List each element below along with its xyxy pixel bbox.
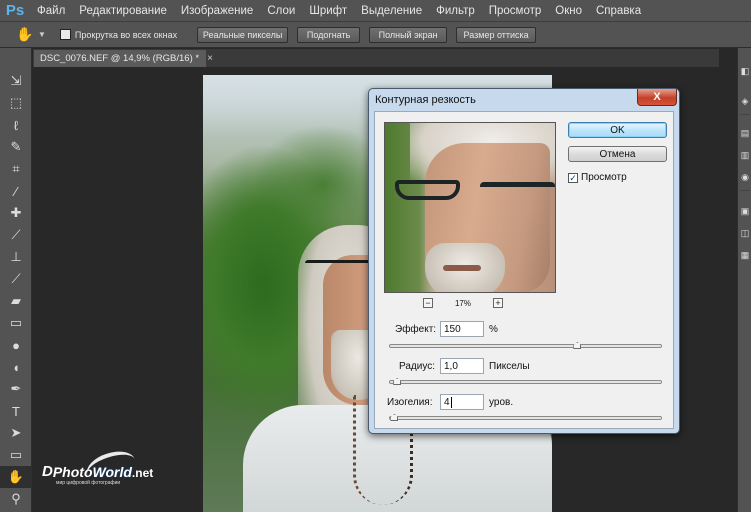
menu-edit[interactable]: Редактирование — [72, 5, 174, 17]
photoshop-logo: Ps — [5, 2, 25, 19]
menu-select[interactable]: Выделение — [354, 5, 429, 17]
menu-image[interactable]: Изображение — [174, 5, 260, 17]
preview-glasses — [395, 180, 555, 202]
quick-select-icon[interactable]: ✎ — [0, 136, 32, 158]
stamp-icon[interactable]: ⊥ — [0, 246, 32, 268]
threshold-unit: уров. — [489, 397, 514, 408]
lasso-icon[interactable]: ℓ — [0, 114, 32, 136]
panel-icon[interactable]: ▦ — [740, 250, 750, 260]
radius-input[interactable]: 1,0 — [440, 358, 484, 374]
panel-icon[interactable]: ▤ — [740, 128, 750, 138]
fit-screen-button[interactable]: Подогнать — [297, 26, 361, 43]
brush-icon[interactable]: ⟋ — [0, 224, 32, 246]
ok-button[interactable]: OK — [568, 122, 667, 138]
document-title: DSC_0076.NEF @ 14,9% (RGB/16) * — [40, 53, 200, 64]
watermark-subtitle: мир цифровой фотографии — [56, 480, 121, 486]
close-icon[interactable]: × — [207, 53, 213, 64]
chevron-down-icon[interactable]: ▼ — [38, 30, 46, 39]
unsharp-mask-dialog: Контурная резкость X − 17% + OK Отмена ✓… — [368, 88, 680, 434]
radius-unit: Пикселы — [489, 361, 530, 372]
panel-icon[interactable]: ▥ — [740, 150, 750, 160]
close-icon[interactable]: X — [637, 89, 677, 106]
menu-filter[interactable]: Фильтр — [429, 5, 482, 17]
crop-icon[interactable]: ⌗ — [0, 158, 32, 180]
eraser-icon[interactable]: ▰ — [0, 290, 32, 312]
cancel-button[interactable]: Отмена — [568, 146, 667, 162]
radius-label: Радиус: — [399, 361, 435, 372]
preview-checkbox[interactable]: ✓ — [568, 172, 578, 183]
amount-slider[interactable] — [389, 344, 662, 348]
preview-label: Просмотр — [581, 172, 627, 183]
history-brush-icon[interactable]: ⟋ — [0, 268, 32, 290]
fill-screen-button[interactable]: Полный экран — [369, 26, 448, 43]
hand-icon[interactable]: ✋ — [0, 466, 32, 488]
document-tab[interactable]: DSC_0076.NEF @ 14,9% (RGB/16) * × — [34, 50, 213, 67]
menu-bar: Ps Файл Редактирование Изображение Слои … — [0, 0, 751, 22]
panel-divider — [740, 190, 750, 191]
threshold-input[interactable]: 4 — [440, 394, 484, 410]
print-size-button[interactable]: Размер оттиска — [456, 26, 537, 43]
gradient-icon[interactable]: ▭ — [0, 312, 32, 334]
preview-mouth — [443, 265, 481, 271]
amount-value: 150 — [444, 323, 461, 335]
dodge-icon[interactable]: ◖ — [0, 356, 32, 378]
dphotoworld-watermark: D Photo World .net мир цифровой фотограф… — [42, 445, 153, 489]
actual-pixels-button[interactable]: Реальные пикселы — [197, 26, 289, 43]
path-select-icon[interactable]: ➤ — [0, 422, 32, 444]
zoom-level: 17% — [454, 298, 471, 308]
zoom-out-icon[interactable]: − — [423, 298, 433, 308]
preview-lens — [480, 182, 555, 200]
menu-layers[interactable]: Слои — [260, 5, 302, 17]
healing-icon[interactable]: ✚ — [0, 202, 32, 224]
preview-lens — [395, 180, 460, 200]
blur-icon[interactable]: ● — [0, 334, 32, 356]
options-bar: ✋ ▼ Прокрутка во всех окнах Реальные пик… — [0, 22, 751, 48]
threshold-value: 4 — [444, 396, 450, 408]
amount-label: Эффект: — [395, 324, 437, 335]
move-icon[interactable]: ⇲ — [0, 70, 32, 92]
photoshop-window: Ps Файл Редактирование Изображение Слои … — [0, 0, 751, 512]
amount-input[interactable]: 150 — [440, 321, 484, 337]
eyedropper-icon[interactable]: ⁄ — [0, 180, 32, 202]
menu-window[interactable]: Окно — [548, 5, 589, 17]
menu-file[interactable]: Файл — [30, 5, 72, 17]
zoom-in-icon[interactable]: + — [492, 298, 503, 308]
scroll-all-windows-option[interactable]: Прокрутка во всех окнах — [59, 29, 178, 40]
filter-preview-image[interactable] — [384, 122, 556, 293]
zoom-icon[interactable]: ⚲ — [0, 488, 32, 510]
preview-zoom-controls: − 17% + — [423, 297, 503, 309]
shape-icon[interactable]: ▭ — [0, 444, 32, 466]
panel-icon[interactable]: ◫ — [740, 228, 750, 238]
watermark-d: D — [42, 463, 53, 480]
panel-icon[interactable]: ◉ — [740, 172, 750, 182]
threshold-label: Изогелия: — [387, 397, 433, 408]
marquee-icon[interactable]: ⬚ — [0, 92, 32, 114]
amount-unit: % — [489, 324, 498, 335]
scroll-all-windows-checkbox[interactable] — [59, 29, 71, 40]
menu-help[interactable]: Справка — [589, 5, 648, 17]
panel-icon[interactable]: ◈ — [740, 96, 750, 106]
preview-toggle[interactable]: ✓ Просмотр — [568, 172, 627, 183]
type-icon[interactable]: T — [0, 400, 32, 422]
radius-value: 1,0 — [444, 360, 458, 372]
pen-icon[interactable]: ✒ — [0, 378, 32, 400]
right-panel-dock: ◧ ◈ ▤ ▥ ◉ ▣ ◫ ▦ — [737, 48, 751, 512]
dialog-title: Контурная резкость — [375, 94, 476, 106]
hand-tool-preset-icon[interactable]: ✋ — [14, 25, 36, 45]
tools-panel: ⇲ ⬚ ℓ ✎ ⌗ ⁄ ✚ ⟋ ⊥ ⟋ ▰ ▭ ● ◖ ✒ T ➤ ▭ ✋ ⚲ — [0, 48, 32, 512]
menu-view[interactable]: Просмотр — [482, 5, 549, 17]
threshold-slider[interactable] — [389, 416, 662, 420]
panel-icon[interactable]: ▣ — [740, 206, 750, 216]
text-caret — [450, 396, 452, 408]
radius-slider[interactable] — [389, 380, 662, 384]
scroll-all-windows-label: Прокрутка во всех окнах — [74, 29, 178, 40]
menu-type[interactable]: Шрифт — [302, 5, 354, 17]
dialog-body: − 17% + OK Отмена ✓ Просмотр Эффект: 150… — [374, 111, 674, 429]
panel-divider — [740, 114, 750, 115]
panel-icon[interactable]: ◧ — [740, 66, 750, 76]
